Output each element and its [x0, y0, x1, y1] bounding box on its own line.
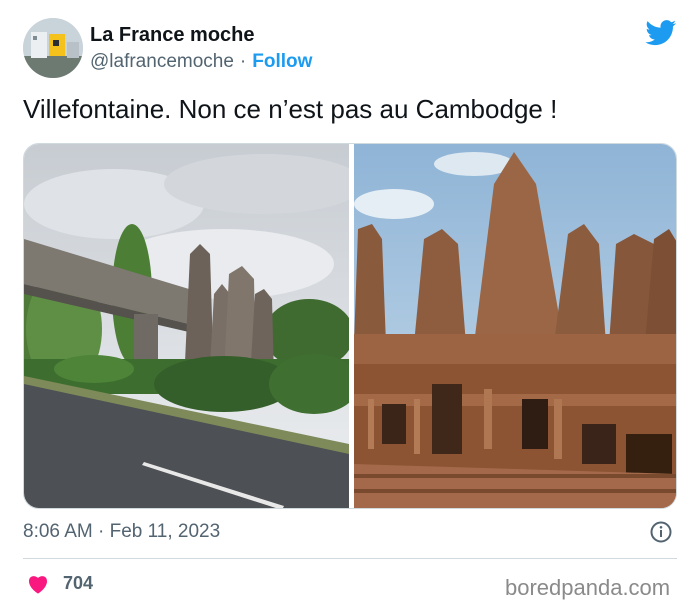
handle-row: @lafrancemoche · Follow	[90, 51, 312, 73]
watermark: boredpanda.com	[505, 575, 671, 600]
bayon-temple-image	[354, 144, 676, 508]
like-count[interactable]: 704	[63, 573, 93, 594]
tweet-text: Villefontaine. Non ce n’est pas au Cambo…	[23, 94, 558, 124]
tweet-card: La France moche @lafrancemoche · Follow Vi…	[0, 0, 700, 611]
info-icon[interactable]	[650, 521, 672, 543]
avatar[interactable]	[23, 18, 83, 78]
tweet-timestamp[interactable]: 8:06 AM · Feb 11, 2023	[23, 521, 220, 543]
handle[interactable]: @lafrancemoche	[90, 51, 234, 72]
heart-icon[interactable]	[27, 574, 49, 594]
twitter-bird-icon[interactable]	[645, 20, 677, 46]
separator-dot: ·	[239, 51, 247, 72]
bayon-temple-photo[interactable]	[354, 144, 676, 508]
avatar-image	[23, 18, 83, 78]
follow-button[interactable]: Follow	[252, 51, 312, 72]
villefontaine-image	[24, 144, 349, 508]
display-name[interactable]: La France moche	[90, 24, 255, 47]
villefontaine-photo[interactable]	[24, 144, 349, 508]
media-grid	[23, 143, 677, 509]
divider	[23, 558, 677, 559]
